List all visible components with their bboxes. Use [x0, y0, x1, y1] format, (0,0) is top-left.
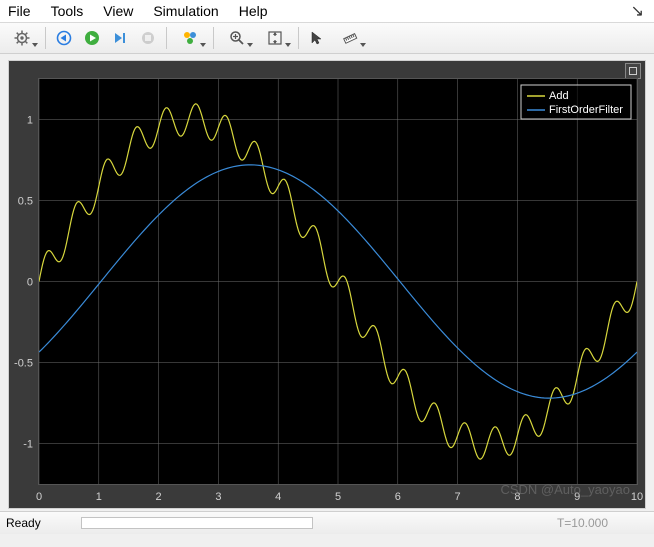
menu-tools[interactable]: Tools — [47, 1, 88, 21]
sim-time-label: T=10.000 — [557, 516, 648, 530]
svg-text:10: 10 — [631, 491, 643, 503]
expand-icon[interactable] — [625, 63, 641, 79]
svg-text:0: 0 — [36, 491, 42, 503]
cursor-button[interactable] — [304, 25, 330, 51]
autoscale-button[interactable] — [257, 25, 293, 51]
toolbar — [0, 23, 654, 54]
plot-area[interactable]: Add FirstOrderFilter — [39, 79, 637, 484]
menu-help[interactable]: Help — [235, 1, 272, 21]
svg-text:1: 1 — [27, 115, 33, 127]
cursor-icon — [309, 30, 325, 46]
svg-text:-0.5: -0.5 — [14, 358, 33, 370]
stop-button[interactable] — [135, 25, 161, 51]
settings-button[interactable] — [4, 25, 40, 51]
svg-text:1: 1 — [96, 491, 102, 503]
menu-simulation[interactable]: Simulation — [149, 1, 222, 21]
svg-text:0: 0 — [27, 277, 33, 289]
svg-text:FirstOrderFilter: FirstOrderFilter — [549, 104, 623, 116]
svg-text:7: 7 — [455, 491, 461, 503]
svg-text:9: 9 — [574, 491, 580, 503]
back-icon — [56, 30, 72, 46]
run-icon — [84, 30, 100, 46]
svg-text:2: 2 — [156, 491, 162, 503]
svg-text:Add: Add — [549, 90, 569, 102]
zoom-in-icon — [229, 30, 245, 46]
step-icon — [112, 30, 128, 46]
run-button[interactable] — [79, 25, 105, 51]
measure-button[interactable] — [332, 25, 368, 51]
gear-icon — [14, 30, 30, 46]
menu-bar: File Tools View Simulation Help ↘ — [0, 0, 654, 23]
svg-text:3: 3 — [215, 491, 221, 503]
zoom-button[interactable] — [219, 25, 255, 51]
svg-text:4: 4 — [275, 491, 281, 503]
scope-panel: Add FirstOrderFilter 0 1 2 3 4 5 6 7 8 9 10 -1 -0.5 0 0… — [0, 54, 654, 511]
stop-icon — [140, 30, 156, 46]
svg-text:5: 5 — [335, 491, 341, 503]
dock-icon[interactable]: ↘ — [631, 1, 650, 21]
highlight-button[interactable] — [172, 25, 208, 51]
menu-view[interactable]: View — [99, 1, 137, 21]
progress-bar — [81, 517, 313, 529]
svg-text:8: 8 — [514, 491, 520, 503]
highlight-icon — [182, 30, 198, 46]
svg-text:-1: -1 — [23, 439, 33, 451]
status-ready: Ready — [6, 516, 41, 530]
back-button[interactable] — [51, 25, 77, 51]
scope-inner: Add FirstOrderFilter 0 1 2 3 4 5 6 7 8 9 10 -1 -0.5 0 0… — [8, 60, 646, 509]
menu-file[interactable]: File — [4, 1, 35, 21]
measure-icon — [342, 30, 358, 46]
svg-text:6: 6 — [395, 491, 401, 503]
autoscale-icon — [267, 30, 283, 46]
status-bar: Ready T=10.000 — [0, 511, 654, 534]
step-button[interactable] — [107, 25, 133, 51]
plot-svg: Add FirstOrderFilter — [39, 79, 637, 484]
svg-text:0.5: 0.5 — [18, 196, 33, 208]
